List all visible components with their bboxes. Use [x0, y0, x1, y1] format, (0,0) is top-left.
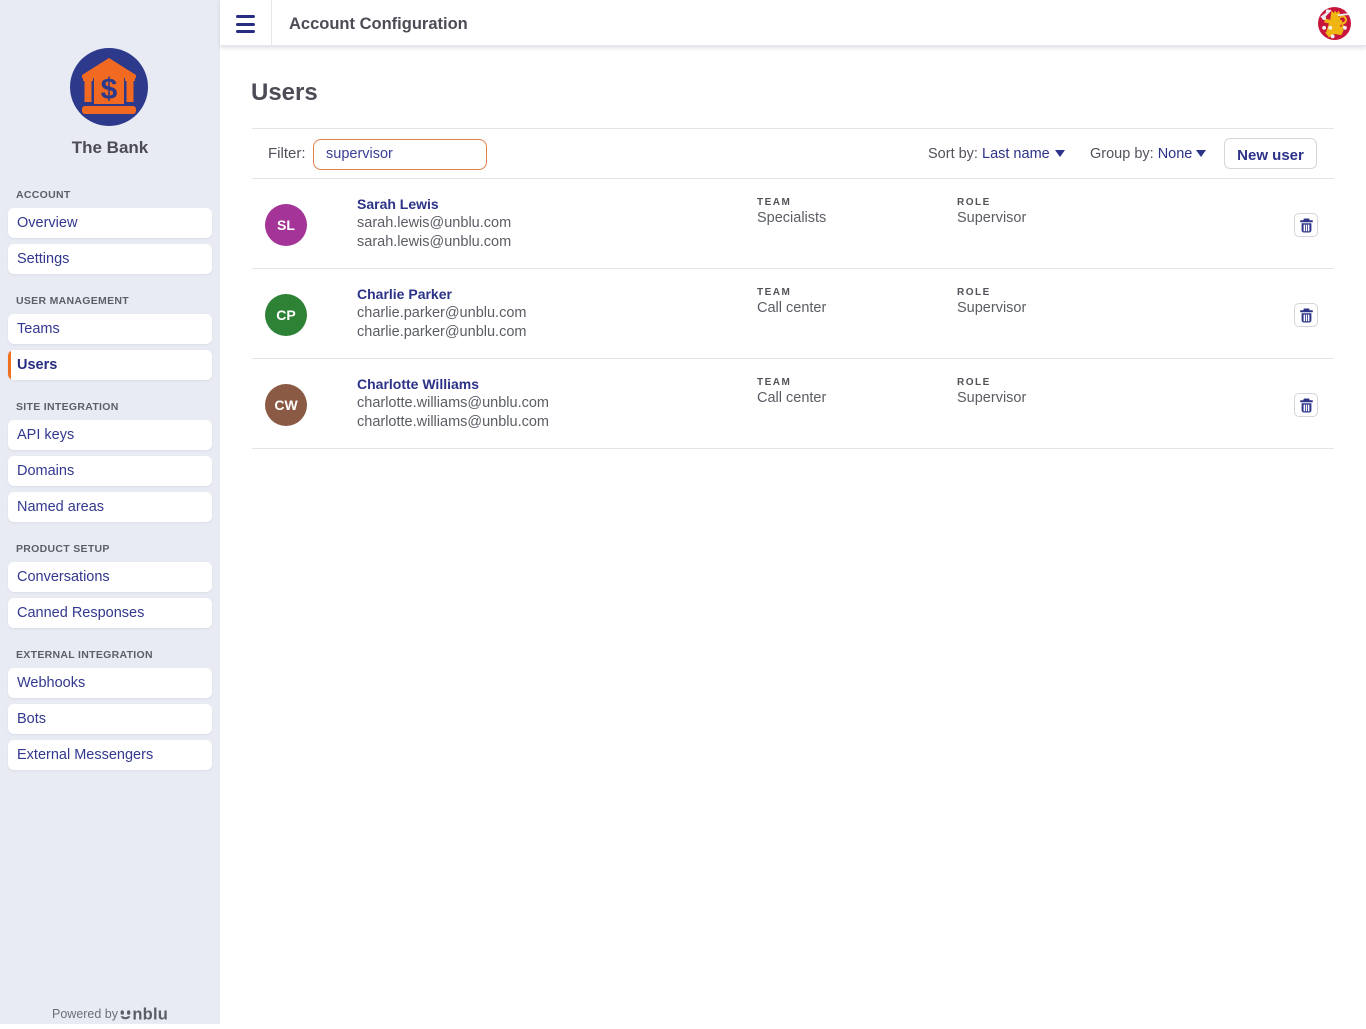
svg-text:nblu: nblu: [132, 1005, 168, 1023]
svg-text:$: $: [101, 73, 118, 106]
svg-text:Powered by: Powered by: [52, 1007, 119, 1021]
